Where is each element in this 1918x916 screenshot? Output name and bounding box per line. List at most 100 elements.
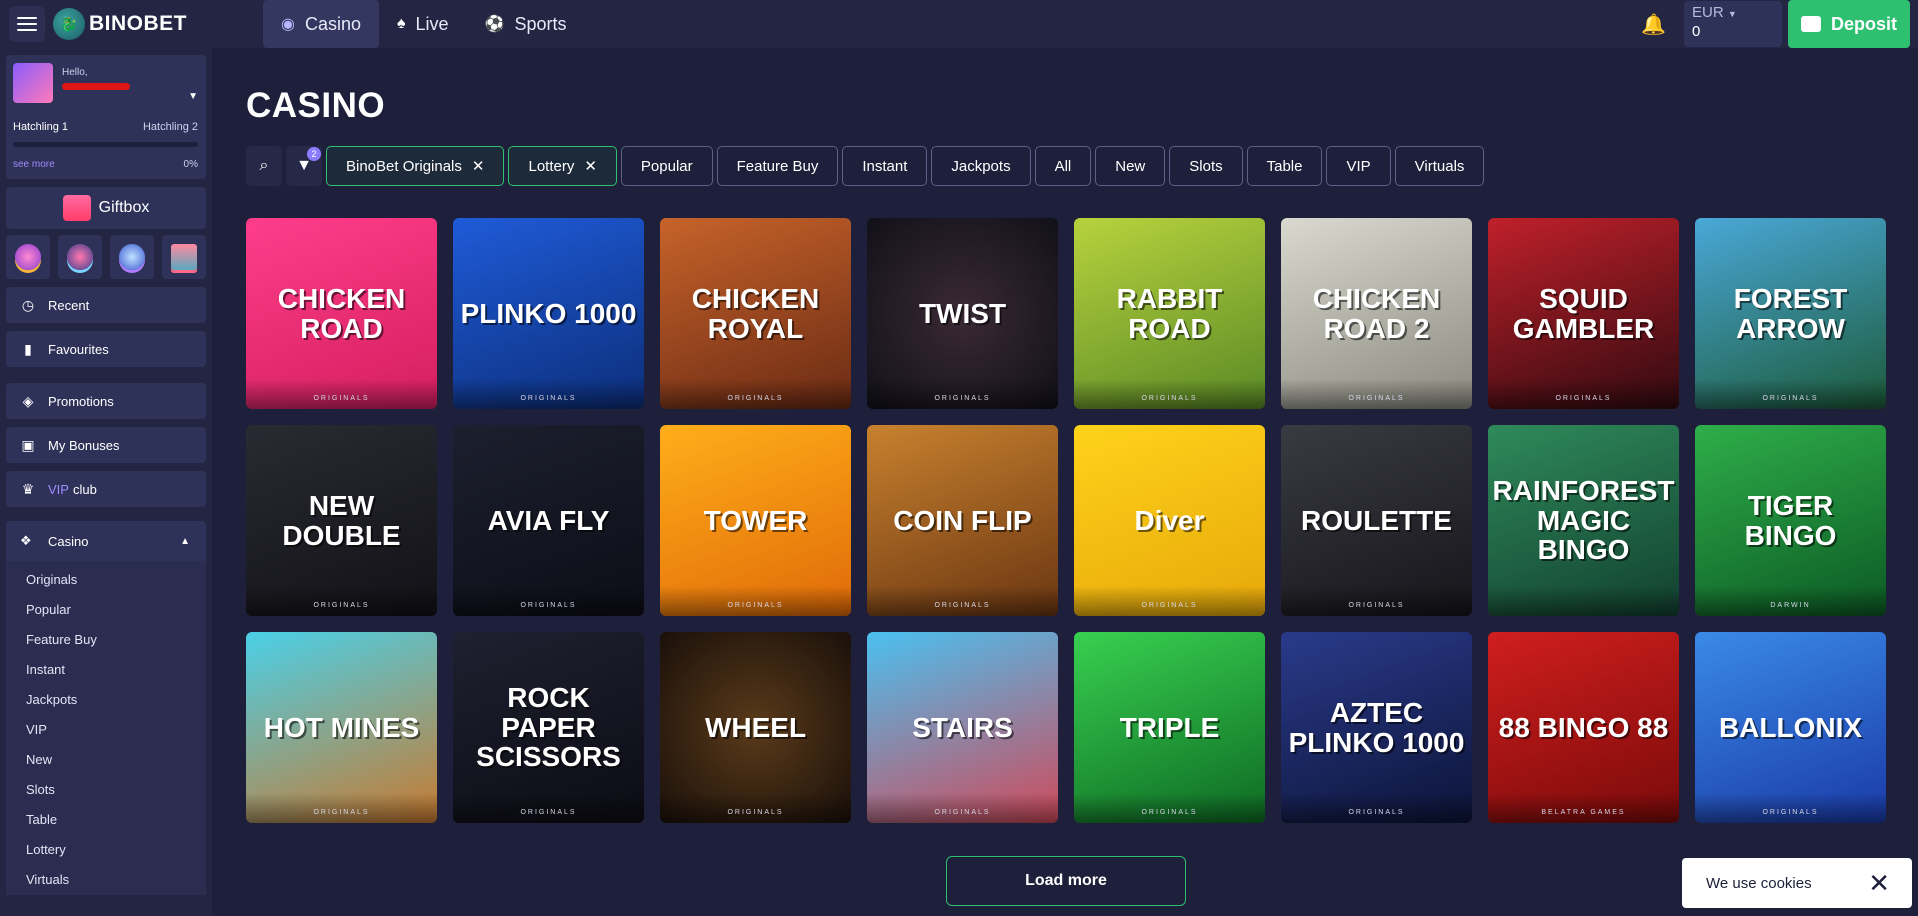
- sidebar-item-label: Promotions: [48, 393, 114, 409]
- nav-casino[interactable]: ◉ Casino: [263, 0, 379, 48]
- game-tile[interactable]: TIGER BINGO DARWIN: [1695, 425, 1886, 616]
- filter-chip-binobet-originals[interactable]: BinoBet Originals ✕: [326, 146, 505, 186]
- game-tile[interactable]: PLINKO 1000 ORIGINALS: [453, 218, 644, 409]
- level-progress-percent: 0%: [183, 159, 198, 170]
- game-tile[interactable]: RAINFOREST MAGIC BINGO: [1488, 425, 1679, 616]
- menu-toggle-button[interactable]: [9, 6, 45, 42]
- casino-chip-icon: ◉: [281, 16, 295, 33]
- sidebar-item-recent[interactable]: ◷ Recent: [6, 287, 206, 323]
- game-tile[interactable]: FOREST ARROW ORIGINALS: [1695, 218, 1886, 409]
- game-tile[interactable]: CHICKEN ROAD ORIGINALS: [246, 218, 437, 409]
- nav-casino-label: Casino: [304, 13, 361, 34]
- sidebar-item-favourites[interactable]: ▮ Favourites: [6, 331, 206, 367]
- game-tile[interactable]: TOWER ORIGINALS: [660, 425, 851, 616]
- game-tile[interactable]: AZTEC PLINKO 1000 ORIGINALS: [1281, 632, 1472, 823]
- game-tile[interactable]: STAIRS ORIGINALS: [867, 632, 1058, 823]
- game-tile[interactable]: HOT MINES ORIGINALS: [246, 632, 437, 823]
- game-tile[interactable]: CHICKEN ROYAL ORIGINALS: [660, 218, 851, 409]
- game-tile[interactable]: AVIA FLY ORIGINALS: [453, 425, 644, 616]
- filter-chip-instant[interactable]: Instant: [842, 146, 928, 186]
- game-tile[interactable]: TRIPLE ORIGINALS: [1074, 632, 1265, 823]
- filter-chip-new[interactable]: New: [1095, 146, 1166, 186]
- game-title: SQUID GAMBLER: [1512, 283, 1655, 344]
- main-content: CASINO ⌕ ▼ 2 BinoBet Originals ✕ Lottery…: [212, 48, 1918, 916]
- filter-chip-vip[interactable]: VIP: [1326, 146, 1391, 186]
- filter-chip-lottery[interactable]: Lottery ✕: [508, 146, 617, 186]
- game-provider-label: ORIGINALS: [1141, 602, 1198, 609]
- game-provider-label: ORIGINALS: [313, 395, 370, 402]
- filter-chip-virtuals[interactable]: Virtuals: [1394, 146, 1485, 186]
- sidebar-item-slots[interactable]: Slots: [26, 775, 206, 805]
- sidebar-item-vip[interactable]: VIP: [26, 715, 206, 745]
- sidebar-casino-section[interactable]: ❖ Casino ▲: [6, 521, 206, 561]
- sidebar-item-label: Recent: [48, 297, 90, 313]
- bell-icon[interactable]: 🔔: [1641, 12, 1666, 37]
- see-more-link[interactable]: see more: [13, 159, 55, 170]
- game-tile[interactable]: TWIST ORIGINALS: [867, 218, 1058, 409]
- site-logo[interactable]: 🐉 BINOBET: [53, 8, 187, 40]
- game-tile[interactable]: 88 BINGO 88 BELATRA GAMES: [1488, 632, 1679, 823]
- sidebar-item-feature-buy[interactable]: Feature Buy: [26, 625, 206, 655]
- nav-live[interactable]: ♠ Live: [379, 0, 467, 48]
- game-tile[interactable]: Diver ORIGINALS: [1074, 425, 1265, 616]
- filter-chip-slots[interactable]: Slots: [1169, 146, 1243, 186]
- close-icon[interactable]: ✕: [1868, 868, 1890, 899]
- filter-bar: ⌕ ▼ 2 BinoBet Originals ✕ Lottery ✕ Popu…: [246, 146, 1488, 186]
- casino-section-label: Casino: [48, 533, 89, 549]
- filter-chip-jackpots[interactable]: Jackpots: [931, 146, 1031, 186]
- sidebar-item-instant[interactable]: Instant: [26, 655, 206, 685]
- game-tile[interactable]: BALLONIX ORIGINALS: [1695, 632, 1886, 823]
- game-title: TRIPLE: [1119, 711, 1220, 743]
- filter-chip-table[interactable]: Table: [1246, 146, 1323, 186]
- game-tile[interactable]: COIN FLIP ORIGINALS: [867, 425, 1058, 616]
- close-icon[interactable]: ✕: [472, 157, 485, 175]
- game-title: 88 BINGO 88: [1498, 711, 1669, 743]
- game-tile[interactable]: CHICKEN ROAD 2 ORIGINALS: [1281, 218, 1472, 409]
- sidebar-item-promotions[interactable]: ◈ Promotions: [6, 383, 206, 419]
- game-tile[interactable]: WHEEL ORIGINALS: [660, 632, 851, 823]
- filter-chip-feature-buy[interactable]: Feature Buy: [716, 146, 839, 186]
- sidebar-item-new[interactable]: New: [26, 745, 206, 775]
- search-button[interactable]: ⌕: [246, 146, 282, 186]
- game-title: COIN FLIP: [893, 504, 1032, 536]
- quick-shop[interactable]: [162, 235, 206, 279]
- game-provider-label: ORIGINALS: [1348, 395, 1405, 402]
- game-title: CHICKEN ROAD: [277, 283, 406, 344]
- sidebar-item-vip-club[interactable]: ♛ VIP club: [6, 471, 206, 507]
- avatar[interactable]: [13, 63, 53, 103]
- game-title: ROULETTE: [1301, 504, 1452, 536]
- profile-dropdown-icon[interactable]: ▼: [188, 91, 198, 102]
- game-provider-label: ORIGINALS: [520, 395, 577, 402]
- giftbox-icon: [62, 195, 91, 221]
- sidebar-item-jackpots[interactable]: Jackpots: [26, 685, 206, 715]
- game-provider-label: ORIGINALS: [727, 395, 784, 402]
- currency-code: EUR: [1692, 4, 1724, 21]
- nav-sports[interactable]: ⚽ Sports: [467, 0, 585, 48]
- close-icon[interactable]: ✕: [584, 157, 597, 175]
- filter-count-badge: 2: [307, 147, 321, 161]
- load-more-button[interactable]: Load more: [946, 856, 1186, 906]
- game-tile[interactable]: NEW DOUBLE ORIGINALS: [246, 425, 437, 616]
- sidebar-item-table[interactable]: Table: [26, 805, 206, 835]
- sidebar-item-originals[interactable]: Originals: [26, 565, 206, 595]
- game-tile[interactable]: RABBIT ROAD ORIGINALS: [1074, 218, 1265, 409]
- game-tile[interactable]: ROULETTE ORIGINALS: [1281, 425, 1472, 616]
- quick-slots[interactable]: [6, 235, 50, 279]
- sidebar-item-lottery[interactable]: Lottery: [26, 835, 206, 865]
- game-tile[interactable]: ROCK PAPER SCISSORS ORIGINALS: [453, 632, 644, 823]
- quick-rocket[interactable]: [58, 235, 102, 279]
- cookie-text: We use cookies: [1706, 874, 1812, 892]
- filter-chip-popular[interactable]: Popular: [620, 146, 713, 186]
- sidebar-item-popular[interactable]: Popular: [26, 595, 206, 625]
- game-tile[interactable]: SQUID GAMBLER ORIGINALS: [1488, 218, 1679, 409]
- deposit-button[interactable]: Deposit: [1788, 0, 1910, 48]
- game-title: AZTEC PLINKO 1000: [1288, 697, 1465, 758]
- sidebar-item-my-bonuses[interactable]: ▣ My Bonuses: [6, 427, 206, 463]
- currency-balance-selector[interactable]: EUR ▼ 0: [1684, 1, 1782, 47]
- giftbox-button[interactable]: Giftbox: [6, 187, 206, 229]
- game-grid: CHICKEN ROAD ORIGINALS PLINKO 1000 ORIGINAL…: [246, 218, 1886, 823]
- quick-trophy[interactable]: [110, 235, 154, 279]
- filter-chip-all[interactable]: All: [1034, 146, 1092, 186]
- filter-button[interactable]: ▼ 2: [286, 146, 322, 186]
- sidebar-item-virtuals[interactable]: Virtuals: [26, 865, 206, 895]
